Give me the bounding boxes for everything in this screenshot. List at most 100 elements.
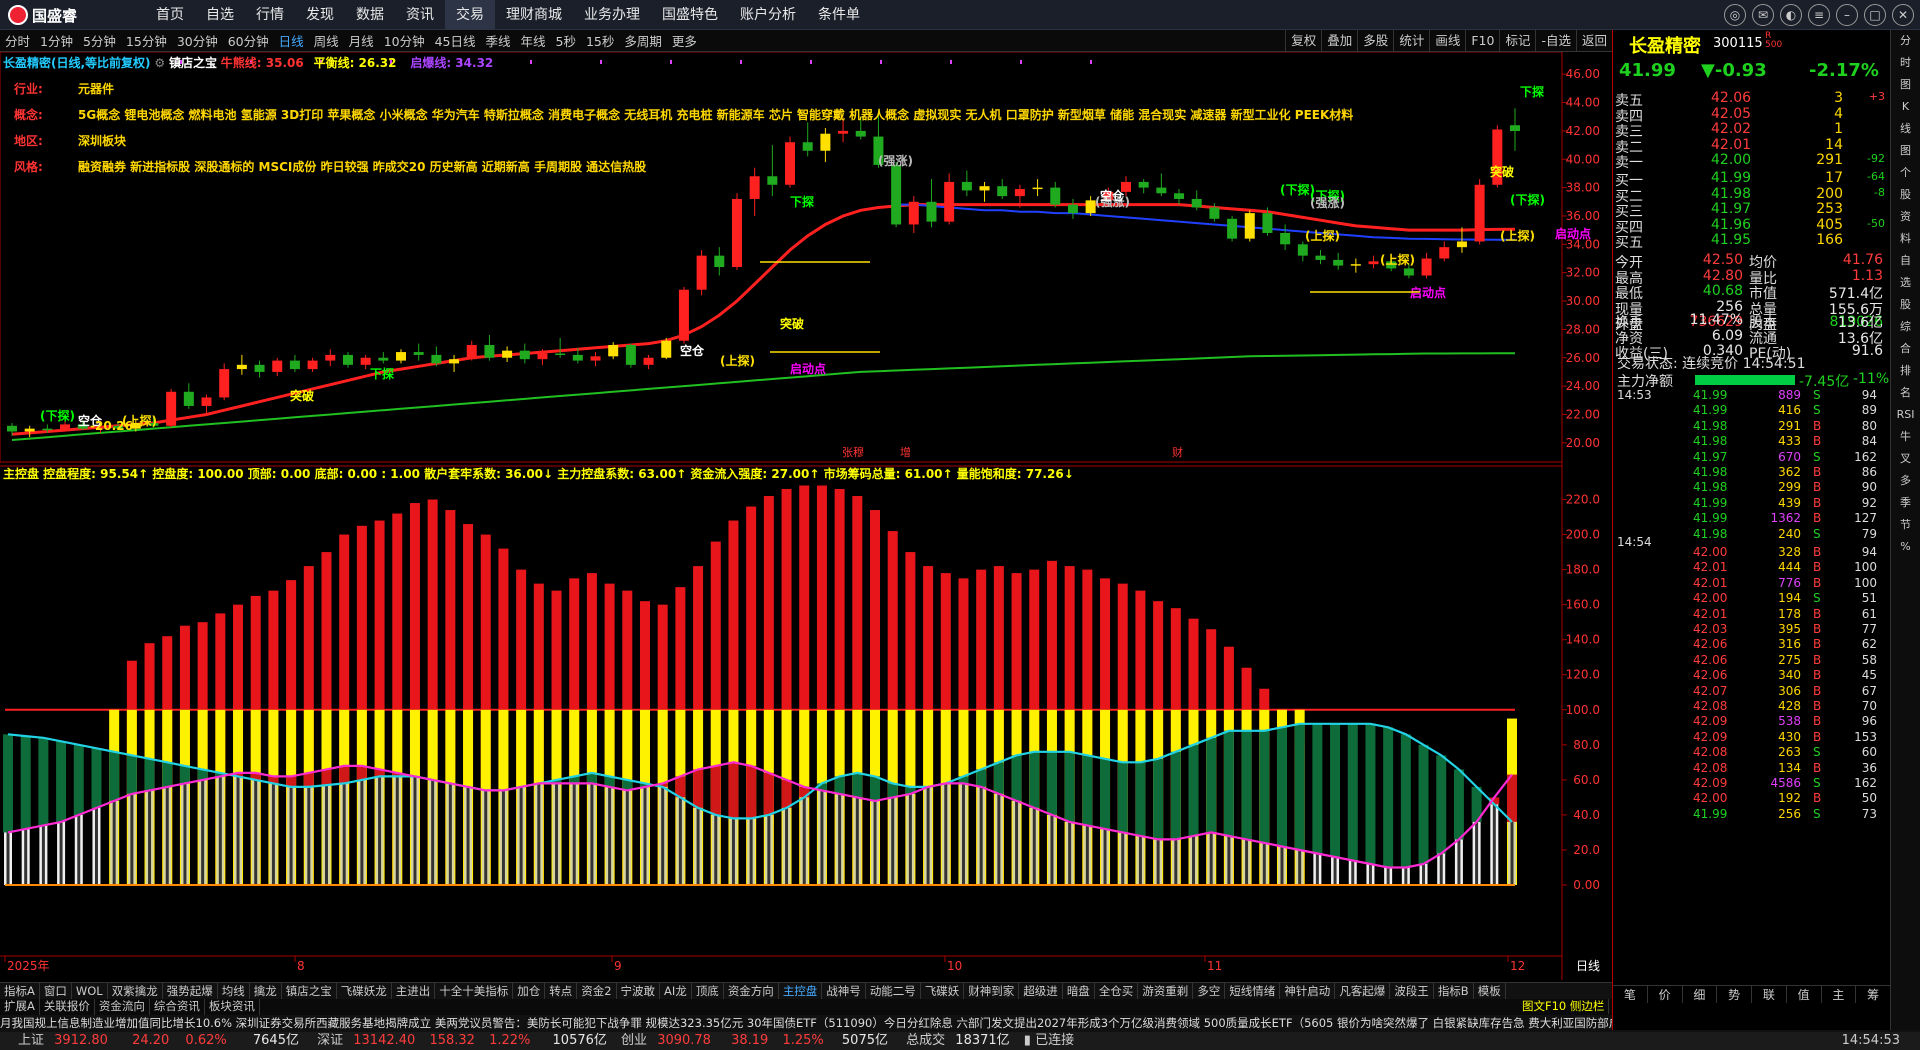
menu-item-1[interactable]: 自选 — [195, 0, 245, 30]
indicator-tab-12[interactable]: 转点 — [545, 983, 578, 999]
period-tab-10[interactable]: 45日线 — [430, 31, 481, 50]
chart-tool-1[interactable]: 叠加 — [1321, 30, 1357, 52]
menu-item-0[interactable]: 首页 — [145, 0, 195, 30]
indicator-tab-28[interactable]: 短线情绪 — [1225, 983, 1281, 999]
quote-tab-3[interactable]: 势 — [1717, 986, 1752, 1003]
chart-tool-7[interactable]: -自选 — [1535, 30, 1576, 52]
indicator-tab-4[interactable]: 强势起爆 — [163, 983, 218, 999]
indicator-tab-14[interactable]: 宁波敢 — [617, 983, 661, 999]
sidebar-item-16[interactable]: 名 — [1891, 382, 1920, 404]
indicator-tab-32[interactable]: 指标B — [1434, 983, 1474, 999]
indicator-tab-24[interactable]: 暗盘 — [1063, 983, 1095, 999]
indicator-tab-23[interactable]: 超级进 — [1019, 983, 1063, 999]
indicator-tab-2[interactable]: WOL — [72, 983, 108, 999]
sidebar-item-3[interactable]: K — [1891, 96, 1920, 118]
sidebar-item-11[interactable]: 选 — [1891, 272, 1920, 294]
menu-item-9[interactable]: 国盛特色 — [651, 0, 729, 30]
sidebar-item-17[interactable]: RSI — [1891, 404, 1920, 426]
indicator-tab-10[interactable]: 十全十美指标 — [435, 983, 514, 999]
sidebar-item-4[interactable]: 线 — [1891, 118, 1920, 140]
indicator-tab-33[interactable]: 模板 — [1474, 983, 1506, 999]
indicator-tab-25[interactable]: 全仓买 — [1095, 983, 1139, 999]
menu-item-10[interactable]: 账户分析 — [729, 0, 807, 30]
sidebar-item-8[interactable]: 资 — [1891, 206, 1920, 228]
sidebar-item-20[interactable]: 多 — [1891, 470, 1920, 492]
period-tab-5[interactable]: 60分钟 — [223, 31, 274, 50]
sidebar-item-12[interactable]: 股 — [1891, 294, 1920, 316]
indicator-tab-18[interactable]: 主控盘 — [779, 983, 823, 999]
indicator-tab-15[interactable]: AI龙 — [660, 983, 692, 999]
menu-item-3[interactable]: 发现 — [295, 0, 345, 30]
menu-item-5[interactable]: 资讯 — [395, 0, 445, 30]
indicator-tab-9[interactable]: 主进出 — [392, 983, 436, 999]
menu-item-2[interactable]: 行情 — [245, 0, 295, 30]
indicator-tab-22[interactable]: 财神到家 — [964, 983, 1020, 999]
chart-tool-8[interactable]: 返回 — [1575, 30, 1612, 52]
indicator-tab-1[interactable]: 窗口 — [40, 983, 72, 999]
period-tab-13[interactable]: 5秒 — [551, 31, 581, 50]
menu-item-6[interactable]: 交易 — [445, 0, 495, 30]
sidebar-item-15[interactable]: 排 — [1891, 360, 1920, 382]
quote-tab-7[interactable]: 筹 — [1856, 986, 1891, 1003]
settings-icon[interactable]: ⚙ — [154, 56, 165, 70]
chart-tool-2[interactable]: 多股 — [1357, 30, 1393, 52]
chart-tool-6[interactable]: 标记 — [1499, 30, 1535, 52]
indicator-tab-0[interactable]: 指标A — [0, 983, 40, 999]
sidebar-item-22[interactable]: 节 — [1891, 514, 1920, 536]
sidebar-item-10[interactable]: 自 — [1891, 250, 1920, 272]
chart-tool-5[interactable]: F10 — [1465, 30, 1499, 52]
chart-tool-4[interactable]: 画线 — [1429, 30, 1465, 52]
period-tab-9[interactable]: 10分钟 — [379, 31, 430, 50]
sidebar-item-18[interactable]: 牛 — [1891, 426, 1920, 448]
period-tab-11[interactable]: 季线 — [481, 31, 516, 50]
period-tab-7[interactable]: 周线 — [309, 31, 344, 50]
period-tab-3[interactable]: 15分钟 — [121, 31, 172, 50]
indicator-tab-31[interactable]: 波段王 — [1390, 983, 1434, 999]
indicator-tab-20[interactable]: 动能二号 — [866, 983, 921, 999]
menu-item-11[interactable]: 条件单 — [807, 0, 871, 30]
quote-tab-1[interactable]: 价 — [1648, 986, 1683, 1003]
kline-chart[interactable]: 46.0044.0042.0040.0038.0036.0034.0032.00… — [0, 52, 1612, 980]
chart-tool-3[interactable]: 统计 — [1393, 30, 1429, 52]
ask-row-4[interactable]: 卖一 42.00 291 -92 — [1613, 152, 1891, 171]
period-tab-0[interactable]: 分时 — [0, 31, 35, 50]
quote-tab-4[interactable]: 联 — [1752, 986, 1787, 1003]
sidebar-item-21[interactable]: 季 — [1891, 492, 1920, 514]
indicator-tab-26[interactable]: 游资重剃 — [1138, 983, 1194, 999]
indicator-tab-8[interactable]: 飞碟妖龙 — [337, 983, 392, 999]
indicator-tab-3[interactable]: 双紫擒龙 — [108, 983, 163, 999]
indicator-tab-17[interactable]: 资金方向 — [724, 983, 779, 999]
period-tab-16[interactable]: 更多 — [667, 31, 702, 50]
indicator-tab-5[interactable]: 均线 — [218, 983, 250, 999]
period-tab-14[interactable]: 15秒 — [581, 31, 619, 50]
period-tab-2[interactable]: 5分钟 — [78, 31, 121, 50]
menu-item-4[interactable]: 数据 — [345, 0, 395, 30]
menu-item-7[interactable]: 理财商城 — [495, 0, 573, 30]
bottom-tab-1[interactable]: 关联报价 — [40, 999, 95, 1015]
indicator-tab-29[interactable]: 神针启动 — [1280, 983, 1336, 999]
sidebar-item-6[interactable]: 个 — [1891, 162, 1920, 184]
bottom-tab-0[interactable]: 扩展A — [0, 999, 40, 1015]
sidebar-item-7[interactable]: 股 — [1891, 184, 1920, 206]
quote-tab-5[interactable]: 值 — [1787, 986, 1822, 1003]
sidebar-item-9[interactable]: 料 — [1891, 228, 1920, 250]
skin-icon[interactable]: ◐ — [1780, 4, 1802, 26]
x-axis-period[interactable]: 日线 — [1576, 959, 1600, 973]
app-logo[interactable]: 国盛睿 — [8, 4, 77, 26]
bid-row-4[interactable]: 买五 41.95 166 — [1613, 232, 1891, 251]
close-icon[interactable]: ✕ — [1892, 4, 1914, 26]
indicator-tab-21[interactable]: 飞碟妖 — [921, 983, 965, 999]
quote-tab-2[interactable]: 细 — [1683, 986, 1718, 1003]
period-tab-8[interactable]: 月线 — [344, 31, 379, 50]
indicator-tab-13[interactable]: 资金2 — [577, 983, 617, 999]
bottom-tab-3[interactable]: 综合资讯 — [150, 999, 205, 1015]
sidebar-item-13[interactable]: 综 — [1891, 316, 1920, 338]
period-tab-1[interactable]: 1分钟 — [35, 31, 78, 50]
menu-item-8[interactable]: 业务办理 — [573, 0, 651, 30]
restore-icon[interactable]: □ — [1864, 4, 1886, 26]
f10-sidebar-tab[interactable]: 图文F10 侧边栏 — [1518, 999, 1610, 1014]
period-tab-4[interactable]: 30分钟 — [172, 31, 223, 50]
chat-icon[interactable]: ◎ — [1724, 4, 1746, 26]
indicator-tab-16[interactable]: 顶底 — [692, 983, 724, 999]
indicator-tab-30[interactable]: 凡客起爆 — [1335, 983, 1391, 999]
